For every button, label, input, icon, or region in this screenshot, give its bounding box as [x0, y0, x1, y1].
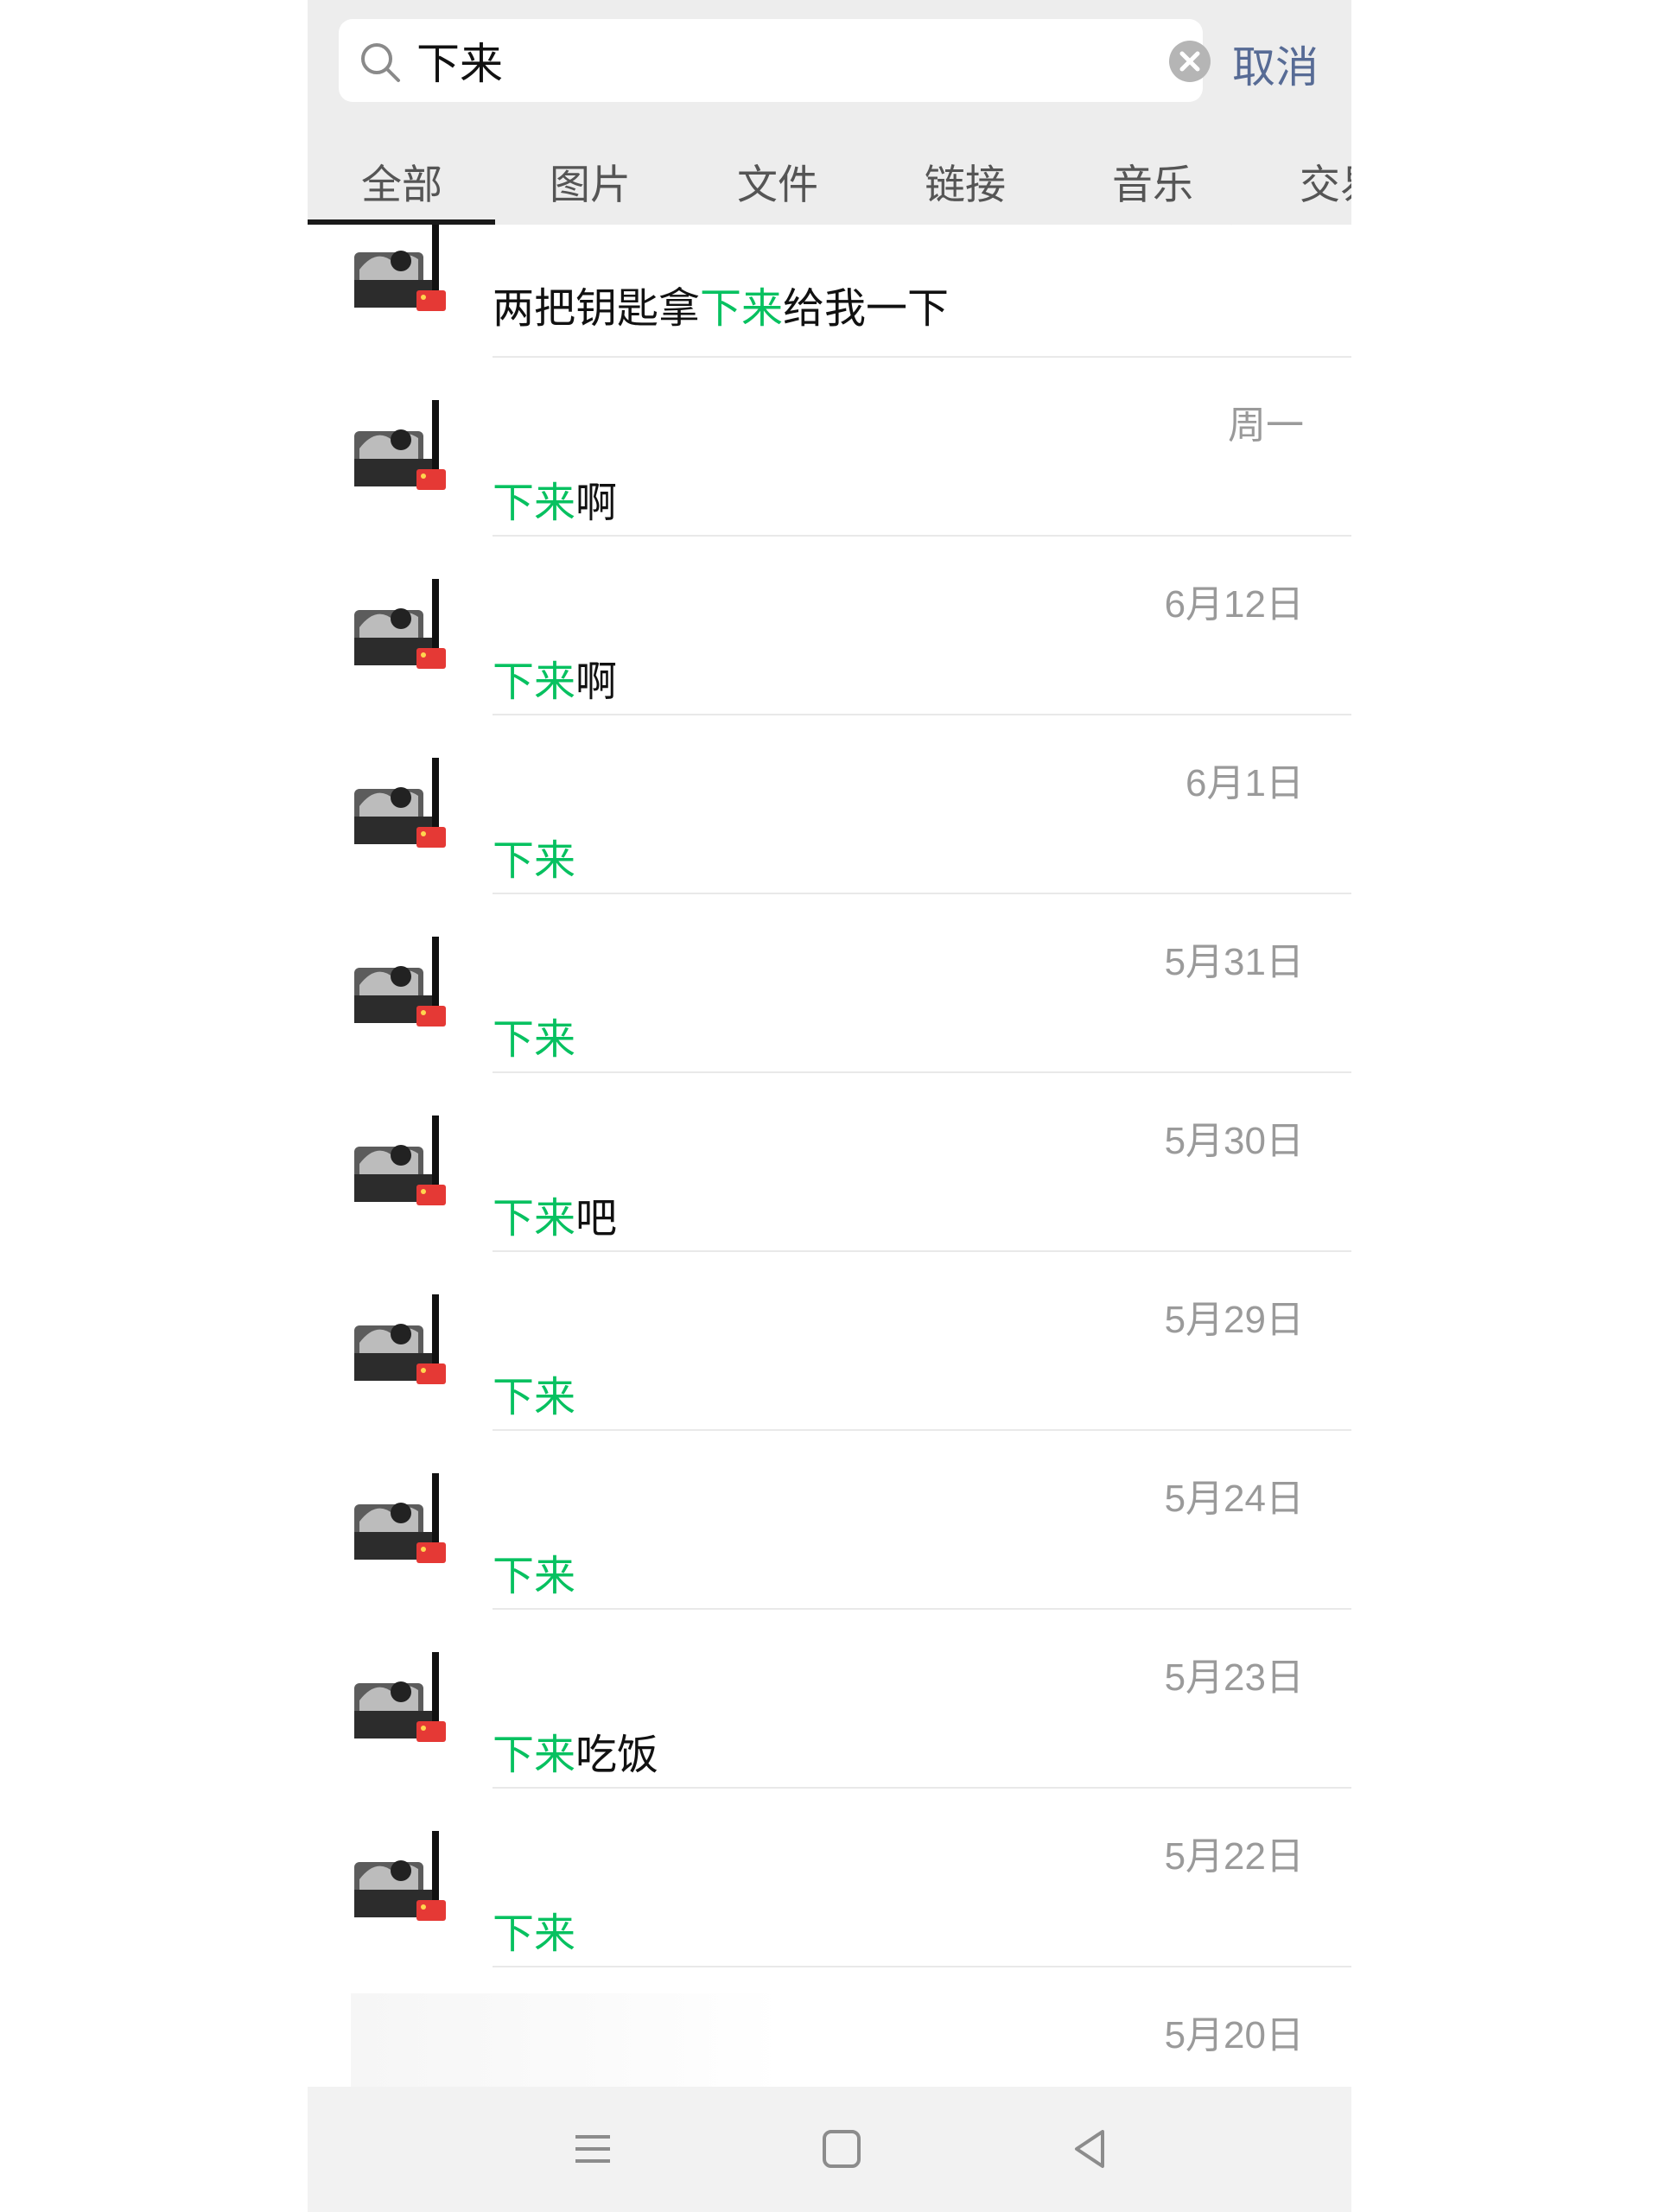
- avatar-icon: [351, 575, 448, 672]
- faded-avatar: [351, 1993, 783, 2087]
- result-row[interactable]: 周一 两把钥匙拿下来给我一下: [308, 225, 1351, 358]
- message-text: 给我一下: [783, 284, 950, 333]
- message-date: 5月24日: [1164, 1478, 1304, 1520]
- tab-images[interactable]: 图片: [550, 151, 631, 211]
- avatar-icon: [351, 1291, 448, 1388]
- result-row[interactable]: 周一 下来啊: [308, 358, 1351, 537]
- avatar-icon: [351, 933, 448, 1030]
- message-date: 5月30日: [1164, 1120, 1304, 1162]
- message-snippet: 下来: [493, 1363, 575, 1423]
- tab-music[interactable]: 音乐: [1112, 151, 1193, 211]
- message-date: 6月12日: [1164, 583, 1304, 626]
- result-row[interactable]: 5月30日 下来吧: [308, 1073, 1351, 1252]
- message-snippet: 下来吃饭: [493, 1720, 658, 1781]
- tab-all[interactable]: 全部: [361, 151, 442, 211]
- search-header: 取消: [308, 0, 1351, 125]
- message-snippet: 下来: [493, 1899, 575, 1960]
- message-date: 5月20日: [1164, 2014, 1304, 2056]
- avatar-icon: [351, 1470, 448, 1567]
- keyword-highlight: 下来: [493, 1910, 576, 1958]
- message-date: 周一: [1228, 225, 1304, 232]
- keyword-highlight: 下来: [700, 284, 784, 333]
- search-box[interactable]: [339, 19, 1211, 102]
- tab-files[interactable]: 文件: [737, 151, 818, 211]
- result-row[interactable]: 5月20日: [308, 1967, 1351, 2087]
- result-row[interactable]: 5月24日 下来: [308, 1431, 1351, 1610]
- message-text: 吧: [575, 1194, 618, 1243]
- back-icon[interactable]: [1065, 2123, 1116, 2175]
- tab-links[interactable]: 链接: [925, 151, 1006, 211]
- message-date: 6月1日: [1185, 762, 1304, 804]
- result-row[interactable]: 6月12日 下来啊: [308, 537, 1351, 715]
- phone-screen: 取消 全部 图片 文件 链接 音乐 交易 周一 两把钥匙拿: [308, 0, 1351, 2212]
- message-snippet: 下来吧: [493, 1184, 617, 1244]
- message-date: 5月23日: [1164, 1656, 1304, 1699]
- keyword-highlight: 下来: [493, 479, 576, 527]
- avatar-icon: [351, 1649, 448, 1745]
- cancel-button[interactable]: 取消: [1232, 33, 1319, 95]
- message-snippet: 下来: [493, 1541, 575, 1602]
- avatar-icon: [351, 1827, 448, 1924]
- avatar-icon: [351, 225, 448, 315]
- message-date: 周一: [1228, 404, 1304, 447]
- menu-icon[interactable]: [567, 2123, 619, 2175]
- clear-icon[interactable]: [1168, 40, 1211, 83]
- keyword-highlight: 下来: [493, 1194, 576, 1243]
- message-text: 啊: [575, 658, 618, 706]
- search-icon: [361, 43, 400, 82]
- keyword-highlight: 下来: [493, 836, 576, 885]
- message-snippet: 下来: [493, 1005, 575, 1065]
- result-row[interactable]: 5月31日 下来: [308, 894, 1351, 1073]
- result-row[interactable]: 6月1日 下来: [308, 715, 1351, 894]
- search-results-list: 周一 两把钥匙拿下来给我一下 周一 下来啊: [308, 225, 1351, 2087]
- message-text: 吃饭: [575, 1731, 659, 1779]
- keyword-highlight: 下来: [493, 658, 576, 706]
- tab-transactions[interactable]: 交易: [1300, 151, 1351, 211]
- keyword-highlight: 下来: [493, 1373, 576, 1421]
- result-row[interactable]: 5月23日 下来吃饭: [308, 1610, 1351, 1789]
- message-snippet: 下来啊: [493, 468, 617, 529]
- keyword-highlight: 下来: [493, 1552, 576, 1600]
- message-text: 两把钥匙拿: [493, 284, 701, 333]
- keyword-highlight: 下来: [493, 1015, 576, 1064]
- message-text: 啊: [575, 479, 618, 527]
- result-row[interactable]: 5月22日 下来: [308, 1789, 1351, 1967]
- message-date: 5月29日: [1164, 1299, 1304, 1341]
- search-input[interactable]: [416, 28, 1108, 93]
- keyword-highlight: 下来: [493, 1731, 576, 1779]
- result-row[interactable]: 5月29日 下来: [308, 1252, 1351, 1431]
- avatar-icon: [351, 397, 448, 493]
- home-icon[interactable]: [816, 2123, 868, 2175]
- filter-tabs: 全部 图片 文件 链接 音乐 交易: [308, 125, 1351, 225]
- message-snippet: 两把钥匙拿下来给我一下: [493, 274, 949, 334]
- message-date: 5月22日: [1164, 1835, 1304, 1878]
- navigation-bar: [308, 2087, 1351, 2212]
- avatar-icon: [351, 1112, 448, 1209]
- message-snippet: 下来: [493, 826, 575, 887]
- message-snippet: 下来啊: [493, 647, 617, 708]
- message-date: 5月31日: [1164, 941, 1304, 983]
- avatar-icon: [351, 754, 448, 851]
